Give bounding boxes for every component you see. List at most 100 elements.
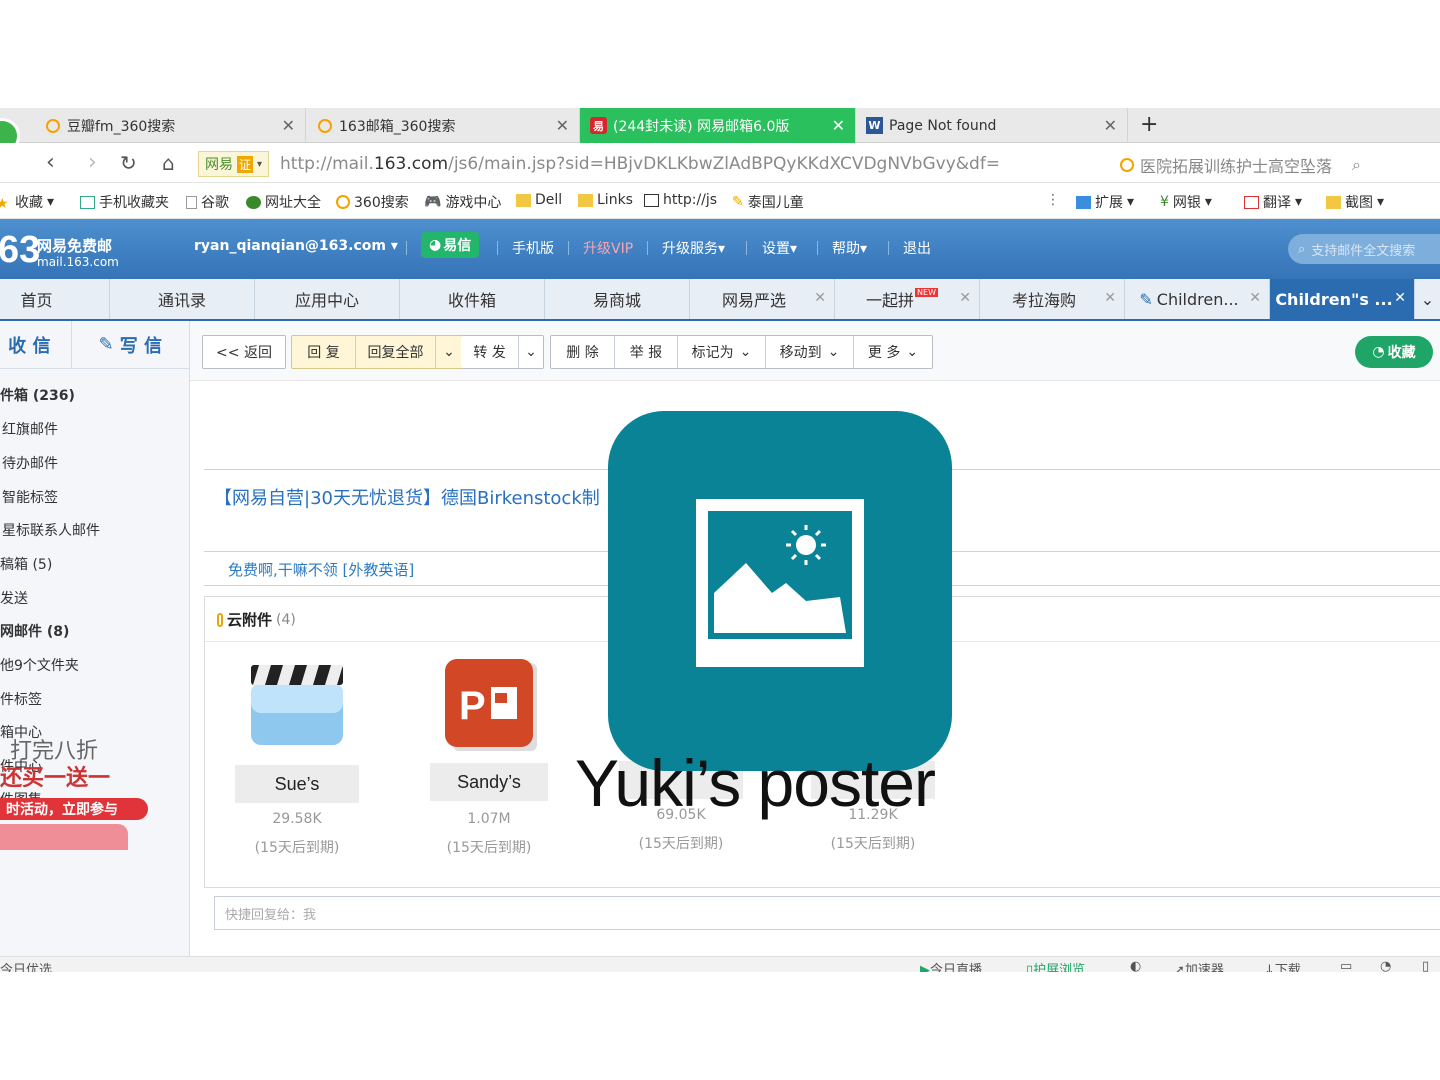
sidebar-item-mail-tags[interactable]: 件标签 [0,689,42,709]
receive-mail-button[interactable]: 收 信 [0,321,72,368]
bookmark-mobile[interactable]: 手机收藏夹 [80,192,169,212]
back-button[interactable]: << 返回 [203,336,285,368]
tab-list-dropdown[interactable]: ⌄ [1415,279,1440,319]
bookmark-favorites[interactable]: ★ 收藏 ▾ [0,192,54,212]
close-icon[interactable]: ✕ [1104,116,1117,135]
new-tab-button[interactable]: + [1140,112,1158,137]
paperclip-icon [217,612,223,627]
close-icon[interactable]: ✕ [814,290,826,306]
tool-screenshot[interactable]: 截图 ▾ [1326,192,1384,212]
tab-children-2[interactable]: Children"s ... ✕ [1270,279,1415,319]
attachment-item[interactable]: Sue’s 29.58K (15天后到期) [227,657,367,857]
mark-as-menu[interactable]: 标记为 ⌄ [678,336,766,368]
reply-all-dropdown[interactable]: ⌄ [436,336,462,368]
tab-group-buy[interactable]: 一起拼 NEW ✕ [835,279,980,319]
sidebar-item-drafts[interactable]: 稿箱 (5) [0,554,52,574]
forward-dropdown[interactable]: ⌄ [519,336,543,368]
sidebar-item-starred-contacts[interactable]: 星标联系人邮件 [2,520,100,540]
tool-extensions[interactable]: 扩展 ▾ [1076,192,1134,212]
status-today-picks[interactable]: 今日优选 [0,959,52,972]
bookmark-dell[interactable]: Dell [516,192,562,208]
bookmark-js[interactable]: http://js [644,192,717,208]
ad-link[interactable]: 【网易自营|30天无忧退货】德国Birkenstock制 [214,484,600,510]
promo-banner-image[interactable] [0,824,128,850]
mail-search-input[interactable]: ⌕ 支持邮件全文搜索 [1288,234,1440,264]
bookmark-directory[interactable]: 网址大全 [246,192,321,212]
compose-button[interactable]: ✎ 写 信 [72,321,189,368]
url-input[interactable]: http://mail.163.com/js6/main.jsp?sid=HBj… [280,154,1000,174]
reply-all-button[interactable]: 回复全部 [356,336,436,368]
free-english-link[interactable]: 免费啊,干嘛不领 [外教英语] [228,559,414,580]
tab-children-1[interactable]: ✎ Children... ✕ [1125,279,1270,319]
back-icon[interactable]: ‹ [46,150,55,175]
settings-menu[interactable]: 设置▾ [762,238,797,258]
browser-tab-page-not-found[interactable]: W Page Not found ✕ [856,108,1128,143]
more-icon[interactable]: ⋮ [1046,192,1060,208]
yixin-button[interactable]: ◕ 易信 [421,232,480,258]
status-speed-icon[interactable]: ◐ [1130,959,1141,972]
sidebar-item-flagged[interactable]: 红旗邮件 [2,419,58,439]
bookmark-thai-kids[interactable]: ✎ 泰国儿童 [732,192,804,212]
refresh-icon[interactable]: ↻ [120,151,137,175]
bookmark-links[interactable]: Links [578,192,633,208]
more-menu[interactable]: 更 多 ⌄ [854,336,932,368]
site-identity-badge[interactable]: 网易 证 ▾ [198,151,270,177]
promo-cta[interactable]: 时活动，立即参与 [0,798,148,820]
tab-kaola[interactable]: 考拉海购 ✕ [980,279,1125,319]
status-layout-icon[interactable]: ▯ [1422,959,1429,972]
tab-yanxuan[interactable]: 网易严选 ✕ [690,279,835,319]
status-clean-icon[interactable]: ◔ [1380,959,1391,972]
mobile-version-link[interactable]: 手机版 [512,238,554,258]
status-window-icon[interactable]: ▭ [1340,959,1352,972]
browser-tab-douban[interactable]: 豆瓣fm_360搜索 ✕ [34,108,306,143]
logout-link[interactable]: 退出 [903,238,931,258]
move-to-menu[interactable]: 移动到 ⌄ [766,336,854,368]
sidebar-item-smart-tags[interactable]: 智能标签 [2,487,58,507]
close-icon[interactable]: ✕ [1249,290,1261,306]
sidebar-item-sent[interactable]: 发送 [0,588,28,608]
forward-icon[interactable]: › [88,150,97,175]
netease-logo[interactable]: 63 [0,229,40,272]
upgrade-service-menu[interactable]: 升级服务▾ [662,238,725,258]
close-icon[interactable]: ✕ [1394,290,1406,306]
close-icon[interactable]: ✕ [556,116,569,135]
favorite-button[interactable]: ◔ 收藏 [1355,336,1433,368]
quick-reply-input[interactable]: 快捷回复给：我 [214,896,1440,930]
bookmark-360[interactable]: 360搜索 [336,192,409,212]
status-live[interactable]: ▶今日直播 [920,959,982,972]
close-icon[interactable]: ✕ [959,290,971,306]
account-menu[interactable]: ryan_qianqian@163.com ▾ [194,238,398,254]
bookmark-google[interactable]: 谷歌 [186,192,229,212]
upgrade-vip-link[interactable]: 升级VIP [583,238,633,258]
close-icon[interactable]: ✕ [832,116,845,135]
status-eye-care[interactable]: ▯护屏浏览 [1026,959,1085,972]
home-icon[interactable]: ⌂ [162,151,175,175]
report-button[interactable]: 举 报 [615,336,678,368]
address-search-box[interactable]: 医院拓展训练护士高空坠落 ⌕ [1120,153,1361,177]
tool-translate[interactable]: 翻译 ▾ [1244,192,1302,212]
attachment-item[interactable]: P Sandy’s 1.07M (15天后到期) [419,657,559,857]
status-accelerator[interactable]: ➚加速器 [1174,959,1224,972]
forward-button[interactable]: 转 发 [461,336,519,368]
tab-mall[interactable]: 易商城 [545,279,690,319]
promo-subline[interactable]: 还买一送一 [0,760,110,792]
close-icon[interactable]: ✕ [282,116,295,135]
tool-bank[interactable]: ¥ 网银 ▾ [1160,192,1212,212]
tab-app-center[interactable]: 应用中心 [255,279,400,319]
status-download[interactable]: ↓下载 [1264,959,1301,972]
tab-home[interactable]: 首页 [0,279,110,319]
browser-tab-163-search[interactable]: 163邮箱_360搜索 ✕ [306,108,580,143]
sidebar-item-todo[interactable]: 待办邮件 [2,453,58,473]
delete-button[interactable]: 删 除 [551,336,615,368]
sidebar-item-other-mail[interactable]: 网邮件 (8) [0,621,69,641]
reply-button[interactable]: 回 复 [292,336,356,368]
sidebar-item-inbox[interactable]: 件箱 (236) [0,385,75,405]
help-menu[interactable]: 帮助▾ [832,238,867,258]
tab-contacts[interactable]: 通讯录 [110,279,255,319]
search-icon[interactable]: ⌕ [1352,155,1361,175]
browser-tab-163-mail[interactable]: 易 (244封未读) 网易邮箱6.0版 ✕ [580,108,856,143]
close-icon[interactable]: ✕ [1104,290,1116,306]
bookmark-games[interactable]: 🎮 游戏中心 [424,192,501,212]
sidebar-item-other-folders[interactable]: 他9个文件夹 [0,655,79,675]
tab-inbox[interactable]: 收件箱 [400,279,545,319]
